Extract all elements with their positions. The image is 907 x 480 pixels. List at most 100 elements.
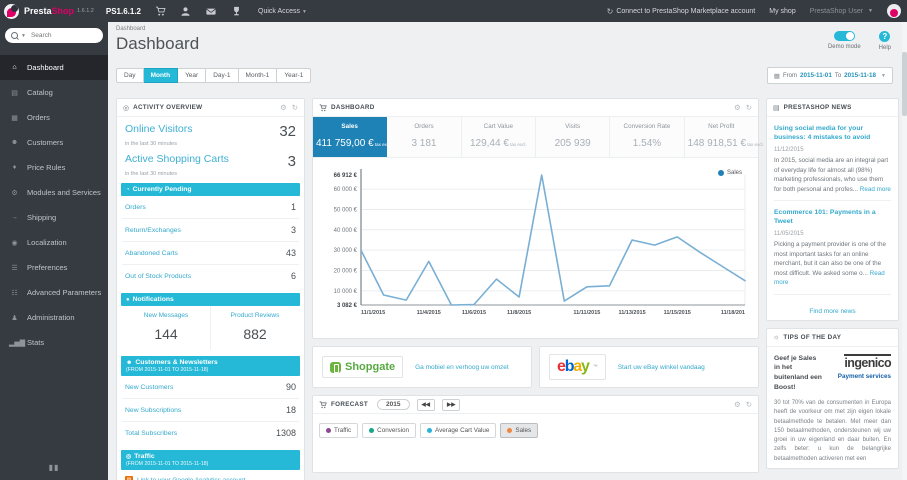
page-title: Dashboard [116,34,200,53]
period-button-year[interactable]: Year [178,68,207,83]
ebay-banner[interactable]: ebay ™ Start uw eBay winkel vandaag [539,346,759,388]
top-bar: PrestaShop 1.6.1.2 PS1.6.1.2 Quick Acces… [0,0,907,22]
kpi-tile-conversion-rate[interactable]: Conversion Rate 1.54% [610,117,685,157]
breadcrumb[interactable]: Dashboard [116,26,199,32]
ebay-link[interactable]: Start uw eBay winkel vandaag [618,364,705,371]
user-avatar[interactable] [887,4,901,18]
online-visitors-stat: Online Visitors 32 in the last 30 minutes [117,117,304,147]
sidebar-item-price-rules[interactable]: ♦ Price Rules [0,155,108,180]
news-date: 11/05/2015 [774,231,804,238]
pending-row-return-exchanges[interactable]: Return/Exchanges 3 [122,219,299,242]
y-tick-label: 40 000 € [334,228,358,234]
pending-row-abandoned-carts[interactable]: Abandoned Carts 43 [122,242,299,265]
forecast-legend-sales[interactable]: Sales [500,423,539,438]
quick-access-menu[interactable]: Quick Access ▼ [258,8,307,15]
kpi-tile-orders[interactable]: Orders 3 181 [387,117,462,157]
demo-mode-toggle[interactable] [833,31,855,41]
row-value: 1 [290,202,296,212]
marketplace-connect-link[interactable]: ↻ Connect to PrestaShop Marketplace accou… [607,7,756,16]
sidebar-item-label: Customers [27,138,64,147]
active-carts-link[interactable]: Active Shopping Carts [125,153,229,165]
sales-chart: Sales 3 082 € 10 000 € 20 000 € 30 000 € 40 … [313,158,758,338]
customers-row-total-subscribers[interactable]: Total Subscribers 1308 [122,422,299,444]
customers-row-new-subscriptions[interactable]: New Subscriptions 18 [122,399,299,422]
sidebar-item-dashboard[interactable]: ⌂ Dashboard [0,55,108,80]
news-headline-link[interactable]: Ecommerce 101: Payments in a Tweet [774,208,891,226]
period-button-day-1[interactable]: Day-1 [206,68,239,83]
sidebar-item-shipping[interactable]: → Shipping [0,205,108,230]
cart-icon[interactable] [155,6,166,17]
read-more-link[interactable]: Read more [860,186,891,193]
forecast-legend-conversion[interactable]: Conversion [362,423,417,438]
search-input[interactable] [28,31,97,40]
pending-row-out-of-stock-products[interactable]: Out of Stock Products 6 [122,265,299,287]
sidebar-collapse-button[interactable]: ▮▮ [0,463,108,472]
forecast-legend-traffic[interactable]: Traffic [319,423,359,438]
scrollbar-thumb[interactable] [902,52,907,116]
forecast-prev-button[interactable]: ◀◀ [416,398,435,411]
brand-wordmark: PrestaShop [24,6,74,16]
sidebar-item-catalog[interactable]: ▤ Catalog [0,80,108,105]
activity-overview-panel: ◎ ACTIVITY OVERVIEW ⚙ ↻ Online Visitors 32… [116,98,305,480]
refresh-icon[interactable]: ↻ [746,103,752,112]
pending-row-orders[interactable]: Orders 1 [122,196,299,219]
shopgate-link[interactable]: Ga mobiel en verhoog uw omzet [415,364,509,371]
google-analytics-link[interactable]: Link to your Google Analytics account [137,477,245,480]
person-icon[interactable] [180,6,191,17]
x-tick-label: 11/6/2015 [462,310,486,316]
help-icon[interactable]: ? [879,31,891,42]
user-menu[interactable]: PrestaShop User ▼ [810,8,873,15]
notification-new-messages[interactable]: New Messages 144 [122,306,210,350]
envelope-icon[interactable] [205,6,217,17]
sidebar-search[interactable]: ▼ [5,28,103,43]
y-tick-label: 20 000 € [334,269,358,275]
sidebar-nav: ⌂ Dashboard ▤ Catalog ▦ Orders ☻ Customers ♦ Pric… [0,55,108,355]
help-control[interactable]: ? Help [879,31,891,54]
kpi-tile-visits[interactable]: Visits 205 939 [535,117,611,157]
find-more-news-link[interactable]: Find more news [767,299,898,320]
period-button-month-1[interactable]: Month-1 [238,68,278,83]
period-button-day[interactable]: Day [116,68,144,83]
news-headline-link[interactable]: Using social media for your business: 4 … [774,124,891,142]
customers-row-new-customers[interactable]: New Customers 90 [122,376,299,399]
date-range-picker[interactable]: ▦ From 2015-11-01 To 2015-11-18 ▼ [766,67,893,84]
active-carts-sub: in the last 30 minutes [125,171,177,177]
notification-product-reviews[interactable]: Product Reviews 882 [210,306,299,350]
date-from: 2015-11-01 [799,72,832,79]
kpi-tile-sales[interactable]: Sales 411 759,00 € tax excl. [313,117,391,157]
ebay-letter: a [573,358,582,375]
sidebar-item-customers[interactable]: ☻ Customers [0,130,108,155]
sidebar-item-stats[interactable]: ▂▅▇ Stats [0,330,108,355]
sidebar-item-preferences[interactable]: ☰ Preferences [0,255,108,280]
kpi-tile-cart-value[interactable]: Cart Value 129,44 € tax excl. [461,117,536,157]
kpi-tile-net-profit[interactable]: Net Profit 148 918,51 € tax excl. [684,117,764,157]
forecast-year[interactable]: 2015 [377,399,410,410]
news-panel-header: ▤ PRESTASHOP NEWS [767,99,898,117]
gear-icon[interactable]: ⚙ [734,400,741,409]
center-column: DASHBOARD ⚙ ↻ Sales 411 759,00 € tax excl.… [312,98,764,473]
scrollbar-track[interactable] [902,22,907,480]
refresh-icon[interactable]: ↻ [746,400,752,409]
forecast-legend-average-cart-value[interactable]: Average Cart Value [420,423,497,438]
prestashop-logo[interactable] [4,3,19,19]
refresh-icon[interactable]: ↻ [292,103,298,112]
shopgate-banner[interactable]: Shopgate Ga mobiel en verhoog uw omzet [312,346,532,388]
sidebar-item-modules-and-services[interactable]: ⚙ Modules and Services [0,180,108,205]
forecast-next-button[interactable]: ▶▶ [441,398,461,411]
demo-mode-control[interactable]: Demo mode [828,31,861,54]
gear-icon[interactable]: ⚙ [734,103,741,112]
sidebar-item-orders[interactable]: ▦ Orders [0,105,108,130]
ebay-wordmark: ebay [557,358,590,375]
trophy-icon[interactable] [231,6,242,17]
period-button-month[interactable]: Month [143,68,179,83]
user-name: PrestaShop User [809,7,864,15]
gear-icon[interactable]: ⚙ [280,103,287,112]
my-shop-link[interactable]: My shop [769,8,795,15]
sidebar-item-administration[interactable]: ♟ Administration [0,305,108,330]
sidebar-item-localization[interactable]: ◉ Localization [0,230,108,255]
read-more-link[interactable]: Read more [774,270,885,286]
online-visitors-link[interactable]: Online Visitors [125,123,193,135]
sidebar-item-advanced-parameters[interactable]: ☷ Advanced Parameters [0,280,108,305]
news-icon: ▤ [773,104,780,112]
period-button-year-1[interactable]: Year-1 [277,68,312,83]
